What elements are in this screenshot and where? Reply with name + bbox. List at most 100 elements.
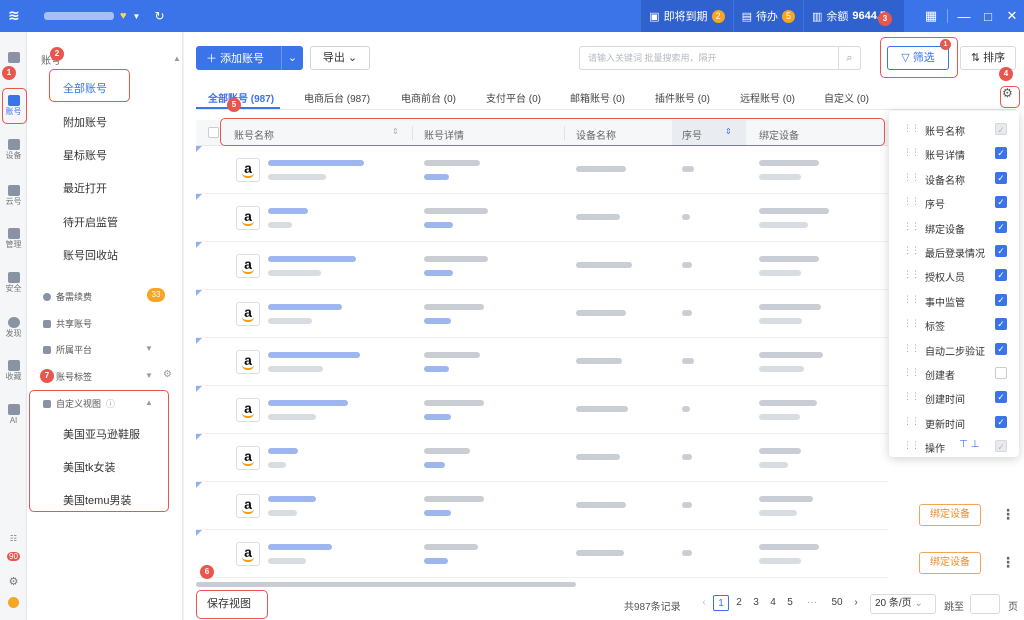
search-icon[interactable]: ⌕ [838,47,860,69]
expiring-button[interactable]: ▣ 即将到期 2 [641,0,733,32]
page-2[interactable]: 2 [731,595,747,611]
nav-manage[interactable]: 管理 [2,228,25,250]
nav-ai[interactable]: AI [2,404,25,426]
refresh-icon[interactable]: ↻ [154,9,164,23]
column-checkbox[interactable]: ✓ [995,415,1007,428]
account-name[interactable] [268,208,308,214]
account-detail-link[interactable] [424,270,453,276]
workspace-selector[interactable]: ♥ ▼ ↻ [44,9,165,23]
page-50[interactable]: 50 [829,595,845,611]
sidebar-item-starred[interactable]: 星标账号 [63,147,107,163]
column-setting-item[interactable]: ⋮⋮ 自动二步验证 ✓ [889,337,1019,361]
tab-custom[interactable]: 自定义 (0) [824,90,869,105]
account-detail-link[interactable] [424,222,453,228]
tab-ecom-backend[interactable]: 电商后台 (987) [304,90,370,105]
column-setting-item[interactable]: ⋮⋮ 绑定设备 ✓ [889,215,1019,239]
notify-badge[interactable]: 90 [2,552,25,562]
account-name[interactable] [268,160,364,166]
drag-handle-icon[interactable]: ⋮⋮ [903,147,920,158]
column-setting-item[interactable]: ⋮⋮ 账号名称 ✓ [889,117,1019,141]
column-checkbox[interactable]: ✓ [995,269,1007,282]
account-name[interactable] [268,304,342,310]
more-icon[interactable]: ⋮ [1001,554,1015,571]
column-checkbox[interactable]: ✓ [995,391,1007,404]
nav-discover[interactable]: 发现 [2,317,25,339]
column-checkbox[interactable]: ✓ [995,342,1007,355]
page-1[interactable]: 1 [713,595,729,611]
coin-icon[interactable] [2,597,25,611]
account-detail-link[interactable] [424,366,449,372]
chevron-down-icon[interactable]: ▼ [145,344,153,353]
table-row[interactable]: a [196,242,888,290]
drag-handle-icon[interactable]: ⋮⋮ [903,391,920,402]
nav-favorites[interactable]: 收藏 [2,360,25,382]
drag-handle-icon[interactable]: ⋮⋮ [903,245,920,256]
table-row[interactable]: a [196,146,888,194]
page-5[interactable]: 5 [782,595,798,611]
column-setting-item[interactable]: ⋮⋮ 操作 ⊤ ⊥ ✓ [889,434,1019,458]
column-setting-item[interactable]: ⋮⋮ 最后登录情况 ✓ [889,239,1019,263]
collapse-icon[interactable]: ▲ [173,54,181,63]
table-row[interactable]: a [196,194,888,242]
user-card-icon[interactable]: ▦ [919,8,943,24]
page-ellipsis[interactable]: ··· [804,595,820,611]
column-checkbox[interactable]: ✓ [995,196,1007,209]
column-setting-item[interactable]: ⋮⋮ 更新时间 ✓ [889,410,1019,434]
tab-ecom-frontend[interactable]: 电商前台 (0) [401,90,456,105]
drag-handle-icon[interactable]: ⋮⋮ [903,123,920,134]
table-row[interactable]: a [196,386,888,434]
drag-handle-icon[interactable]: ⋮⋮ [903,269,920,280]
column-checkbox[interactable]: ✓ [995,147,1007,160]
account-name[interactable] [268,544,332,550]
table-row[interactable]: a [196,482,888,530]
sidebar-shared[interactable]: 共享账号 [43,317,92,330]
column-setting-item[interactable]: ⋮⋮ 事中监管 ✓ [889,288,1019,312]
drag-handle-icon[interactable]: ⋮⋮ [903,318,920,329]
table-row[interactable]: a [196,290,888,338]
drag-handle-icon[interactable]: ⋮⋮ [903,367,920,378]
column-setting-item[interactable]: ⋮⋮ 创建时间 ✓ [889,385,1019,409]
close-icon[interactable]: ✕ [1000,8,1024,24]
column-checkbox[interactable]: ✓ [995,245,1007,257]
column-setting-item[interactable]: ⋮⋮ 账号详情 ✓ [889,141,1019,165]
account-detail-link[interactable] [424,462,445,468]
drag-handle-icon[interactable]: ⋮⋮ [903,416,920,427]
minimize-icon[interactable]: — [952,9,976,24]
account-name[interactable] [268,400,348,406]
goto-page-input[interactable] [970,594,1000,614]
account-detail-link[interactable] [424,558,448,564]
sidebar-item-recycle[interactable]: 账号回收站 [63,247,118,263]
drag-handle-icon[interactable]: ⋮⋮ [903,196,920,207]
table-row[interactable]: a [196,434,888,482]
column-checkbox[interactable] [995,367,1007,379]
column-setting-item[interactable]: ⋮⋮ 标签 ✓ [889,312,1019,336]
select-all-checkbox[interactable] [208,127,219,138]
next-page-icon[interactable]: › [848,595,864,611]
column-setting-item[interactable]: ⋮⋮ 设备名称 ✓ [889,166,1019,190]
sidebar-item-additional[interactable]: 附加账号 [63,114,107,130]
drag-handle-icon[interactable]: ⋮⋮ [903,172,920,183]
drag-handle-icon[interactable]: ⋮⋮ [903,294,920,305]
nav-security[interactable]: 安全 [2,272,25,294]
column-checkbox[interactable]: ✓ [995,293,1007,306]
page-4[interactable]: 4 [765,595,781,611]
nav-devices[interactable]: 设备 [2,139,25,161]
column-setting-item[interactable]: ⋮⋮ 授权人员 ✓ [889,263,1019,287]
page-size-select[interactable]: 20 条/页 ⌄ [870,594,936,614]
column-checkbox[interactable]: ✓ [995,318,1007,331]
prev-page-icon[interactable]: ‹ [696,595,712,611]
chevron-down-icon[interactable]: ▼ [145,371,153,380]
tab-payment[interactable]: 支付平台 (0) [486,90,541,105]
nav-cloud[interactable]: 云号 [2,185,25,207]
chevron-down-icon[interactable]: ⌄ [281,46,303,70]
tag-settings-icon[interactable]: ⚙ [163,369,172,380]
column-checkbox[interactable]: ✓ [995,171,1007,184]
tab-remote[interactable]: 远程账号 (0) [740,90,795,105]
column-setting-item[interactable]: ⋮⋮ 创建者 [889,361,1019,385]
sidebar-item-recent[interactable]: 最近打开 [63,180,107,196]
account-name[interactable] [268,448,298,454]
tab-all[interactable]: 全部账号 (987) [208,90,274,105]
settings-icon[interactable]: ⚙ [2,577,25,588]
page-3[interactable]: 3 [748,595,764,611]
tools-icon[interactable]: ☷ [2,534,25,544]
